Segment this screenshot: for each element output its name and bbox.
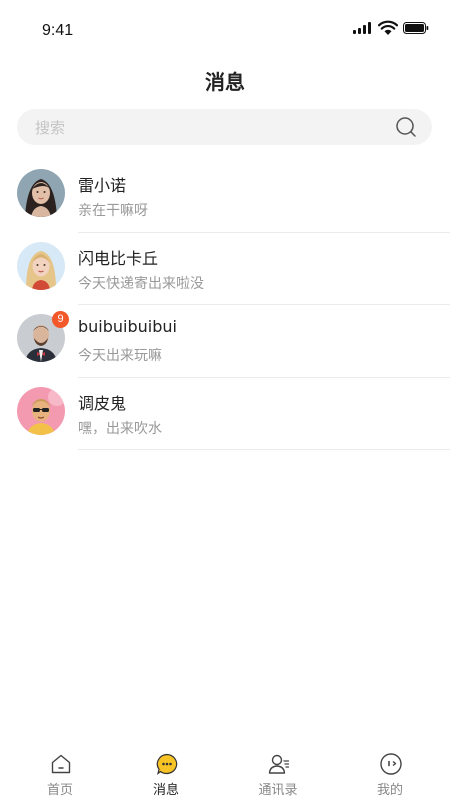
tab-contacts[interactable]: 通讯录 xyxy=(222,744,334,800)
status-time: 9:41 xyxy=(42,22,74,39)
avatar-man-sunglasses xyxy=(17,386,65,435)
battery-icon xyxy=(403,22,429,34)
tab-label: 首页 xyxy=(46,783,73,798)
tab-label: 消息 xyxy=(152,783,179,798)
chat-list-item[interactable]: 闪电比卡丘 今天快递寄出来啦没 xyxy=(0,233,450,305)
home-icon xyxy=(51,754,71,774)
tab-home[interactable]: 首页 xyxy=(4,744,116,800)
tab-messages[interactable]: 消息 xyxy=(110,744,222,800)
chat-last-message: 亲在干嘛呀 xyxy=(78,203,148,219)
tab-label: 通讯录 xyxy=(258,783,298,798)
chat-list-item[interactable]: 雷小诺 亲在干嘛呀 xyxy=(0,160,450,233)
unread-badge: 9 xyxy=(52,311,69,328)
search-bar[interactable] xyxy=(17,109,432,147)
chat-list-item[interactable]: 调皮鬼 嘿，出来吹水 xyxy=(0,378,450,450)
avatar-woman-blonde xyxy=(17,241,65,290)
chat-last-message: 今天出来玩嘛 xyxy=(78,348,162,364)
divider xyxy=(78,449,450,450)
search-input[interactable] xyxy=(33,109,397,147)
tab-profile[interactable]: 我的 xyxy=(334,744,446,800)
chat-name: 调皮鬼 xyxy=(78,393,127,413)
message-icon xyxy=(156,753,178,776)
avatar[interactable] xyxy=(17,169,65,217)
avatar-woman-dark-hair xyxy=(17,169,65,217)
avatar[interactable] xyxy=(17,241,65,290)
chat-last-message: 嘿，出来吹水 xyxy=(78,420,162,437)
wifi-icon xyxy=(378,20,398,35)
tab-bar: 首页 消息 通讯录 我的 xyxy=(0,744,450,800)
status-bar: 9:41 xyxy=(0,0,450,56)
chat-name: 雷小诺 xyxy=(78,176,127,195)
contacts-icon xyxy=(268,754,290,774)
page-title: 消息 xyxy=(205,70,245,94)
avatar[interactable] xyxy=(17,386,65,435)
profile-icon xyxy=(380,753,402,775)
chat-last-message: 今天快递寄出来啦没 xyxy=(78,275,204,292)
chat-name: buibuibuibui xyxy=(78,317,177,336)
tab-label: 我的 xyxy=(376,783,403,798)
search-icon[interactable] xyxy=(395,116,417,138)
chat-name: 闪电比卡丘 xyxy=(78,248,159,268)
signal-icon xyxy=(353,22,373,34)
chat-list: 雷小诺 亲在干嘛呀 闪电比卡丘 今天快递寄出来啦没 buibuibuibui 今… xyxy=(0,160,450,450)
